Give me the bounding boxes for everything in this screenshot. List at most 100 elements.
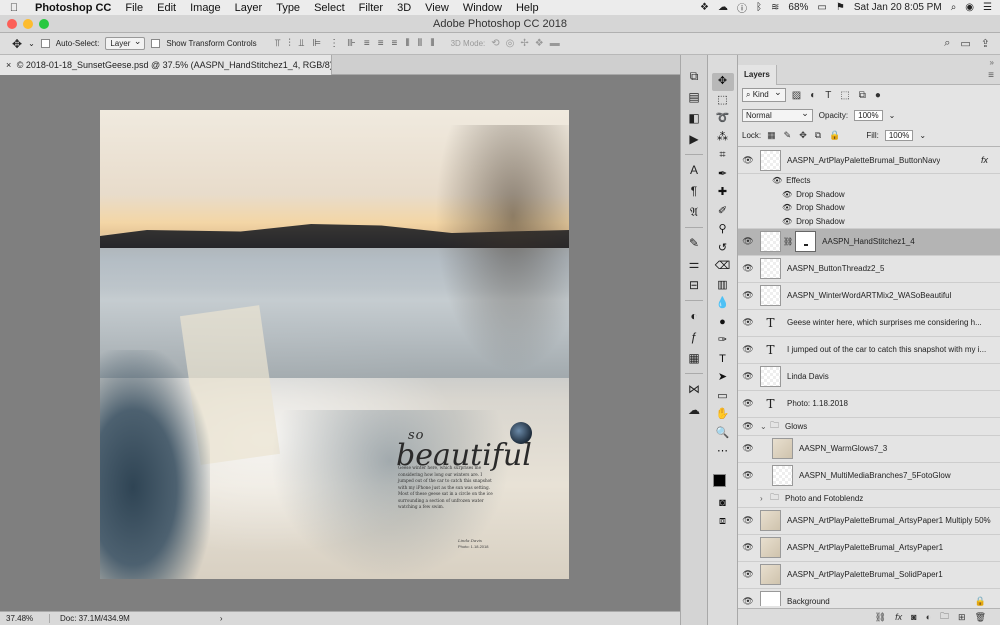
filter-shape-icon[interactable]: ⬚ [840, 90, 849, 101]
screen-mode-icon[interactable]: ⧈ [712, 513, 734, 531]
marquee-tool-icon[interactable]: ⬚ [712, 92, 734, 110]
layer-row-text[interactable]: 👁 T Photo: 1.18.2018 [738, 391, 1000, 418]
apple-icon[interactable]:  [0, 2, 28, 14]
user-avatar-icon[interactable]: ◉ [965, 2, 974, 13]
layer-name[interactable]: AASPN_WinterWordARTMix2_WASoBeautiful [787, 291, 951, 300]
libraries-panel-icon[interactable]: ☁ [685, 401, 703, 419]
blend-mode-dropdown[interactable]: Normal [742, 108, 813, 122]
visibility-eye-icon[interactable]: 👁 [738, 443, 758, 454]
menu-select[interactable]: Select [307, 2, 352, 14]
opacity-input[interactable]: 100% [854, 109, 883, 121]
distribute-left-icon[interactable]: ⦀ [405, 38, 409, 49]
path-selection-tool-icon[interactable]: ➤ [712, 369, 734, 387]
brushes-panel-icon[interactable]: ✎ [685, 234, 703, 252]
wifi-icon[interactable]: ≋ [771, 2, 779, 13]
visibility-eye-icon[interactable]: 👁 [738, 493, 758, 504]
menu-filter[interactable]: Filter [352, 2, 390, 14]
minimize-window-button[interactable] [23, 19, 33, 29]
paragraph-panel-icon[interactable]: ¶ [685, 182, 703, 200]
align-bottom-icon[interactable]: ⫫ [299, 38, 305, 49]
properties-panel-icon[interactable]: ▤ [685, 88, 703, 106]
3d-scale-icon[interactable]: ▬ [550, 38, 560, 49]
spotlight-icon[interactable]: ⌕ [951, 2, 957, 13]
zoom-level[interactable]: 37.48% [6, 614, 50, 623]
layer-name[interactable]: Geese winter here, which surprises me co… [787, 318, 982, 327]
layer-thumbnail[interactable] [760, 285, 781, 306]
adjustments-panel-icon[interactable]: ◧ [685, 109, 703, 127]
layers-tab[interactable]: Layers [738, 65, 777, 85]
effect-eye-icon[interactable]: 👁 [782, 217, 792, 226]
layer-fx-badge[interactable]: fx [981, 155, 988, 165]
menu-view[interactable]: View [418, 2, 456, 14]
distribute-hcenter-icon[interactable]: ⦀ [418, 38, 422, 49]
layer-effect-row[interactable]: 👁 Drop Shadow [738, 201, 1000, 215]
layer-name[interactable]: AASPN_ArtPlayPaletteBrumal_ArtsyPaper1 [787, 543, 943, 552]
3d-orbit-icon[interactable]: ⟲ [491, 38, 499, 49]
layer-row[interactable]: 👁 AASPN_ArtPlayPaletteBrumal_ArtsyPaper1… [738, 508, 1000, 535]
visibility-eye-icon[interactable]: 👁 [738, 236, 758, 247]
mask-link-icon[interactable]: ⛓ [783, 237, 793, 246]
layer-thumbnail[interactable] [760, 591, 781, 606]
filter-type-icon[interactable]: T [825, 90, 831, 101]
crop-tool-icon[interactable]: ⌗ [712, 147, 734, 165]
layer-filter-kind-dropdown[interactable]: ⌕ Kind [742, 87, 786, 102]
distribute-vcenter-icon[interactable]: ≡ [378, 38, 384, 49]
layer-thumbnail[interactable] [760, 366, 781, 387]
more-tools-icon[interactable]: ⋯ [712, 443, 734, 461]
new-group-icon[interactable]: 🗀 [940, 609, 949, 625]
workspace-icon[interactable]: ▭ [960, 37, 970, 50]
group-name[interactable]: Photo and Fotoblendz [785, 494, 863, 503]
visibility-eye-icon[interactable]: 👁 [738, 596, 758, 606]
layer-group-row[interactable]: 👁 ⌄ 🗀 Glows [738, 418, 1000, 436]
effect-eye-icon[interactable]: 👁 [782, 203, 792, 212]
distribute-bottom-icon[interactable]: ≡ [392, 38, 398, 49]
foreground-color-swatch[interactable] [712, 473, 726, 487]
layer-thumbnail[interactable] [760, 564, 781, 585]
battery-percent[interactable]: 68% [788, 2, 808, 13]
panel-collapse-icon[interactable]: » [990, 58, 994, 67]
visibility-eye-icon[interactable]: 👁 [738, 155, 758, 166]
opacity-dropdown-icon[interactable]: ⌄ [889, 111, 896, 120]
fill-input[interactable]: 100% [884, 129, 914, 141]
visibility-eye-icon[interactable]: 👁 [738, 371, 758, 382]
share-icon[interactable]: ⇪ [981, 37, 990, 50]
notification-center-icon[interactable]: ☰ [983, 2, 992, 13]
layer-row-nested[interactable]: 👁 AASPN_WarmGlows7_3 [738, 436, 1000, 463]
align-left-icon[interactable]: ⊫ [312, 38, 321, 49]
layer-row[interactable]: 👁 AASPN_ArtPlayPaletteBrumal_ButtonNavy … [738, 147, 1000, 174]
align-top-icon[interactable]: ⫪ [275, 38, 281, 49]
doc-info[interactable]: Doc: 37.1M/434.9M [60, 614, 130, 623]
layer-name[interactable]: AASPN_HandStitchez1_4 [822, 237, 915, 246]
lock-icon[interactable]: 🔒 [975, 596, 986, 606]
layer-row-background[interactable]: 👁 Background 🔒 [738, 589, 1000, 606]
rectangle-tool-icon[interactable]: ▭ [712, 388, 734, 406]
layer-name[interactable]: AASPN_ArtPlayPaletteBrumal_SolidPaper1 [787, 570, 943, 579]
cloud-icon[interactable]: ☁ [718, 2, 728, 13]
layer-name[interactable]: AASPN_ArtPlayPaletteBrumal_ArtsyPaper1 M… [787, 516, 991, 525]
layer-effects-row[interactable]: 👁 Effects [738, 174, 1000, 188]
add-layer-style-icon[interactable]: fx [895, 612, 902, 622]
fill-dropdown-icon[interactable]: ⌄ [919, 131, 926, 140]
panel-menu-icon[interactable]: ≡ [988, 70, 994, 81]
brush-settings-panel-icon[interactable]: ⚌ [685, 255, 703, 273]
visibility-eye-icon[interactable]: 👁 [738, 542, 758, 553]
type-layer-icon[interactable]: T [760, 397, 781, 411]
layer-name[interactable]: Background [787, 597, 830, 606]
layer-row[interactable]: 👁 AASPN_ArtPlayPaletteBrumal_ArtsyPaper1 [738, 535, 1000, 562]
character-panel-icon[interactable]: A [685, 161, 703, 179]
move-tool-icon[interactable]: ✥ [12, 37, 22, 51]
pen-tool-icon[interactable]: ✑ [712, 332, 734, 350]
layer-thumbnail[interactable] [760, 537, 781, 558]
swatches-panel-icon[interactable]: ▦ [685, 349, 703, 367]
menu-layer[interactable]: Layer [228, 2, 270, 14]
group-name[interactable]: Glows [785, 422, 807, 431]
distribute-right-icon[interactable]: ⦀ [430, 38, 434, 49]
3d-pan-icon[interactable]: ✢ [520, 38, 528, 49]
healing-brush-tool-icon[interactable]: ✚ [712, 184, 734, 202]
blur-tool-icon[interactable]: 💧 [712, 295, 734, 313]
layer-thumbnail[interactable] [772, 465, 793, 486]
search-icon[interactable]: ⌕ [944, 37, 950, 50]
filter-adjustment-icon[interactable]: ◐ [810, 90, 816, 101]
zoom-tool-icon[interactable]: 🔍 [712, 425, 734, 443]
layer-name[interactable]: Photo: 1.18.2018 [787, 399, 848, 408]
